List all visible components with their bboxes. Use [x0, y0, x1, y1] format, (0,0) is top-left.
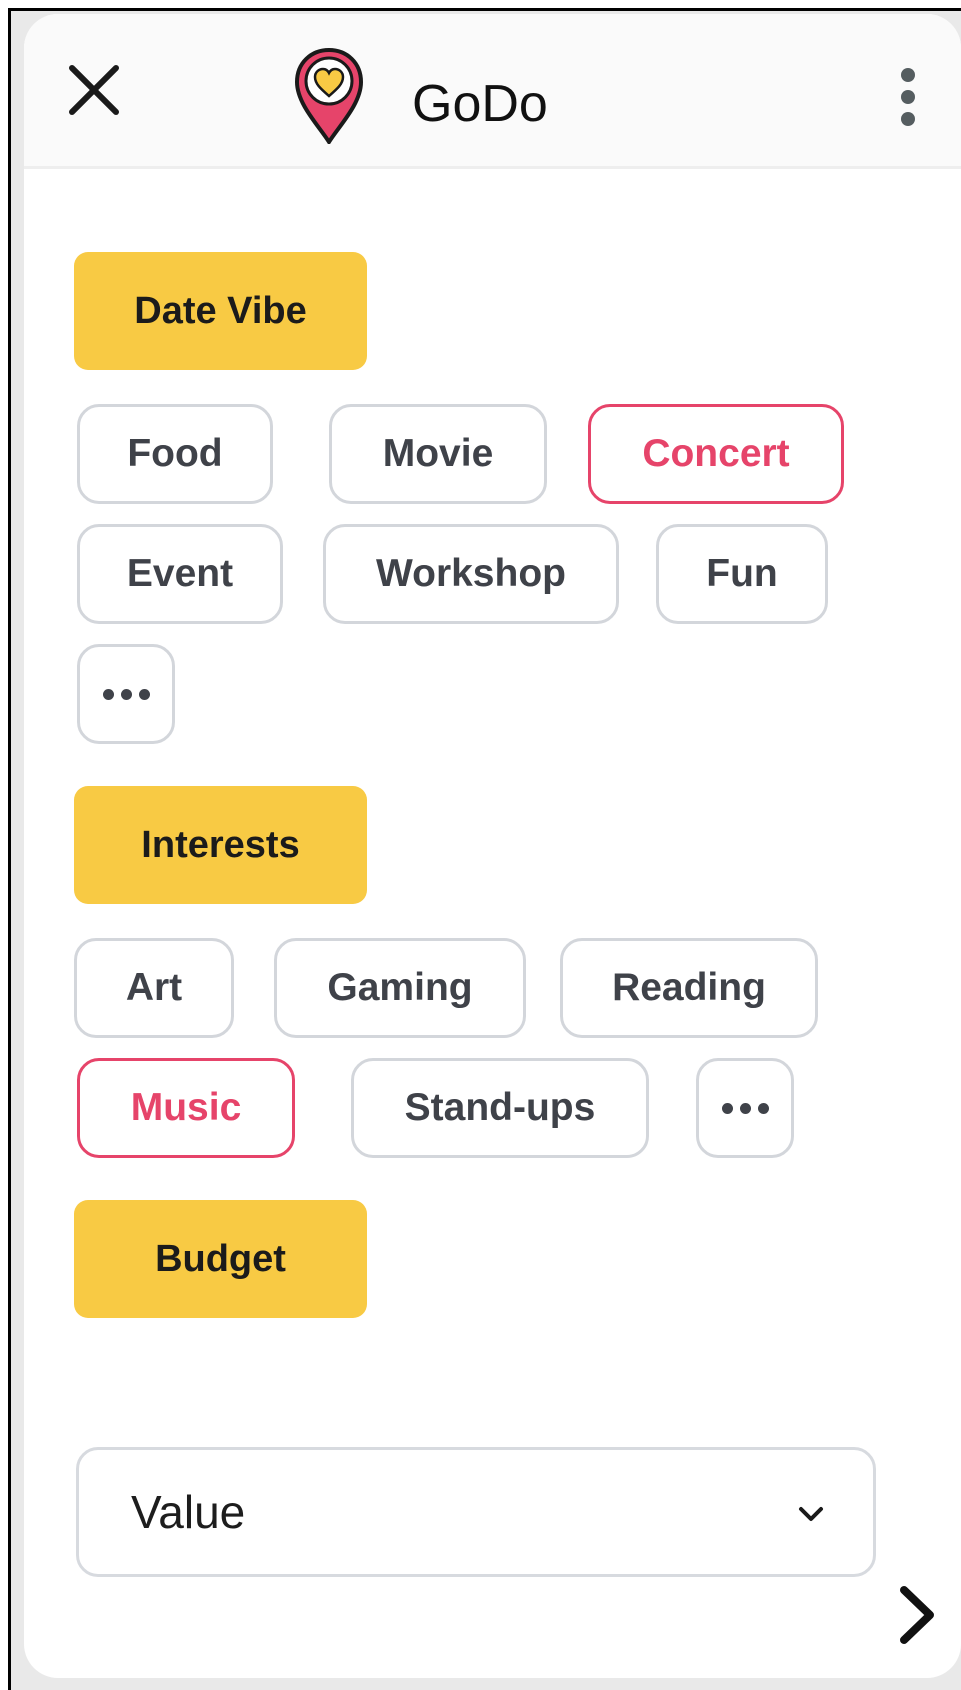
- chip-movie[interactable]: Movie: [329, 404, 547, 504]
- more-horizontal-icon: [721, 1102, 769, 1114]
- app-title: GoDo: [412, 75, 548, 133]
- interests-heading: Interests: [74, 786, 367, 904]
- budget-select[interactable]: Value: [76, 1447, 876, 1577]
- app-screen: GoDo Date Vibe Food Movie Concert Event …: [24, 14, 961, 1678]
- next-button[interactable]: [890, 1578, 948, 1652]
- close-button[interactable]: [64, 60, 134, 130]
- date-vibe-more-button[interactable]: [77, 644, 175, 744]
- chevron-right-icon: [900, 1586, 934, 1644]
- chip-event[interactable]: Event: [77, 524, 283, 624]
- chip-music[interactable]: Music: [77, 1058, 295, 1158]
- budget-select-value: Value: [131, 1486, 246, 1538]
- budget-heading: Budget: [74, 1200, 367, 1318]
- heart-location-pin-icon: [294, 47, 364, 146]
- chip-art[interactable]: Art: [74, 938, 234, 1038]
- chip-workshop[interactable]: Workshop: [323, 524, 619, 624]
- chip-gaming[interactable]: Gaming: [274, 938, 526, 1038]
- date-vibe-heading: Date Vibe: [74, 252, 367, 370]
- more-menu-button[interactable]: [889, 66, 925, 142]
- interests-more-button[interactable]: [696, 1058, 794, 1158]
- app-logo: [292, 46, 366, 146]
- close-icon: [69, 65, 119, 115]
- chip-fun[interactable]: Fun: [656, 524, 828, 624]
- chip-food[interactable]: Food: [77, 404, 273, 504]
- chip-stand-ups[interactable]: Stand-ups: [351, 1058, 649, 1158]
- more-horizontal-icon: [102, 688, 150, 700]
- chip-concert[interactable]: Concert: [588, 404, 844, 504]
- chip-reading[interactable]: Reading: [560, 938, 818, 1038]
- app-header: GoDo: [24, 14, 961, 169]
- chevron-down-icon: [799, 1507, 823, 1521]
